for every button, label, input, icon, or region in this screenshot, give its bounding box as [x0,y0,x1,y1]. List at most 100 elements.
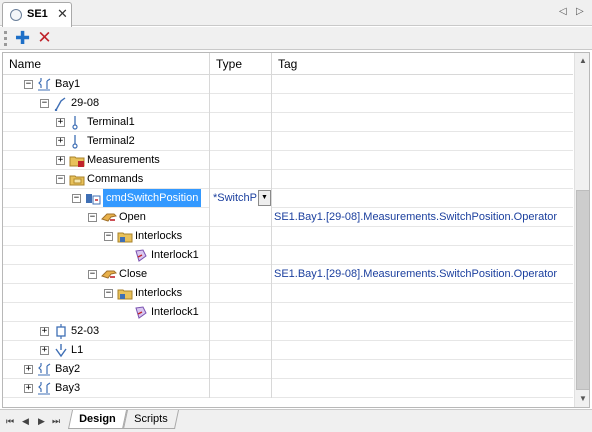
column-header-name[interactable]: Name [3,53,210,75]
name-cell[interactable]: − Bay1 [3,75,210,94]
tree-row[interactable]: + Measurements [3,151,573,170]
collapse-icon[interactable]: − [104,232,113,241]
collapse-icon[interactable]: − [104,289,113,298]
tag-cell[interactable] [272,227,573,246]
name-cell[interactable]: − cmdSwitchPosition [3,189,210,208]
collapse-icon[interactable]: − [40,99,49,108]
tree-row[interactable]: − Open SE1.Bay1.[29-08].Measurements.Switc… [3,208,573,227]
tag-cell[interactable] [272,303,573,322]
column-header-type[interactable]: Type [210,53,272,75]
type-value[interactable]: *SwitchP [213,191,257,206]
type-cell[interactable] [210,246,272,265]
tag-cell[interactable] [272,360,573,379]
tree-row[interactable]: − Bay1 [3,75,573,94]
type-cell[interactable] [210,208,272,227]
name-cell[interactable]: − 29-08 [3,94,210,113]
scroll-up-icon[interactable]: ▲ [575,53,589,69]
type-cell[interactable] [210,341,272,360]
type-cell[interactable] [210,132,272,151]
expand-icon[interactable]: + [24,384,33,393]
next-sheet-icon[interactable]: ▶ [38,414,45,428]
tree-row[interactable]: Interlock1 [3,246,573,265]
close-icon[interactable]: ✕ [57,6,68,22]
document-tab-se1[interactable]: SE1 ✕ [2,2,72,27]
tree-row[interactable]: − Close SE1.Bay1.[29-08].Measurements.Swit… [3,265,573,284]
tag-cell[interactable] [272,170,573,189]
tag-cell[interactable]: SE1.Bay1.[29-08].Measurements.SwitchPosi… [272,208,573,227]
type-cell[interactable] [210,170,272,189]
collapse-icon[interactable]: − [24,80,33,89]
type-cell[interactable]: *SwitchP ▼ [210,189,272,208]
name-cell[interactable]: − Close [3,265,210,284]
tree-row[interactable]: + Bay3 [3,379,573,398]
first-sheet-icon[interactable]: ⏮ [6,414,14,428]
name-cell[interactable]: Interlock1 [3,303,210,322]
name-cell[interactable]: − Open [3,208,210,227]
add-icon[interactable]: ✚ [13,29,32,48]
name-cell[interactable]: + L1 [3,341,210,360]
name-cell[interactable]: + Measurements [3,151,210,170]
tag-cell[interactable]: SE1.Bay1.[29-08].Measurements.SwitchPosi… [272,265,573,284]
expand-icon[interactable]: + [56,156,65,165]
name-cell[interactable]: + Bay2 [3,360,210,379]
name-cell[interactable]: +52-03 [3,322,210,341]
tag-cell[interactable] [272,322,573,341]
tree-row[interactable]: − cmdSwitchPosition *SwitchP ▼ [3,189,573,208]
type-cell[interactable] [210,113,272,132]
expand-icon[interactable]: + [24,365,33,374]
name-cell[interactable]: Interlock1 [3,246,210,265]
expand-icon[interactable]: + [40,346,49,355]
tag-cell[interactable] [272,284,573,303]
type-cell[interactable] [210,360,272,379]
name-cell[interactable]: + Terminal1 [3,113,210,132]
tree-row[interactable]: + L1 [3,341,573,360]
vertical-scrollbar[interactable]: ▲ ▼ [574,53,589,407]
tag-cell[interactable] [272,75,573,94]
tree-row[interactable]: − Interlocks [3,284,573,303]
toolbar-grip[interactable] [4,31,7,46]
tab-scripts[interactable]: Scripts [122,410,179,429]
tag-cell[interactable] [272,94,573,113]
tab-scroll-right-icon[interactable]: ▷ [576,5,584,19]
type-cell[interactable] [210,227,272,246]
type-cell[interactable] [210,303,272,322]
scroll-down-icon[interactable]: ▼ [575,391,589,407]
type-cell[interactable] [210,322,272,341]
tree-row[interactable]: + Bay2 [3,360,573,379]
scrollbar-thumb[interactable] [576,190,589,390]
previous-sheet-icon[interactable]: ◀ [22,414,29,428]
collapse-icon[interactable]: − [88,270,97,279]
last-sheet-icon[interactable]: ⏭ [52,414,60,428]
tag-cell[interactable] [272,189,573,208]
name-cell[interactable]: + Terminal2 [3,132,210,151]
name-cell[interactable]: − Interlocks [3,284,210,303]
collapse-icon[interactable]: − [72,194,81,203]
tree-row[interactable]: Interlock1 [3,303,573,322]
tree-row[interactable]: + Terminal1 [3,113,573,132]
collapse-icon[interactable]: − [56,175,65,184]
expand-icon[interactable]: + [56,137,65,146]
expand-icon[interactable]: + [56,118,65,127]
tag-cell[interactable] [272,113,573,132]
collapse-icon[interactable]: − [88,213,97,222]
tree-row[interactable]: +52-03 [3,322,573,341]
type-cell[interactable] [210,75,272,94]
tree-row[interactable]: − Interlocks [3,227,573,246]
name-cell[interactable]: − Interlocks [3,227,210,246]
tree-row[interactable]: − 29-08 [3,94,573,113]
tree-row[interactable]: − Commands [3,170,573,189]
type-dropdown-icon[interactable]: ▼ [258,190,271,206]
type-cell[interactable] [210,379,272,398]
tag-cell[interactable] [272,151,573,170]
tag-cell[interactable] [272,246,573,265]
tab-scroll-left-icon[interactable]: ◁ [559,5,567,19]
name-cell[interactable]: + Bay3 [3,379,210,398]
tag-cell[interactable] [272,132,573,151]
expand-icon[interactable]: + [40,327,49,336]
column-header-tag[interactable]: Tag [272,53,573,75]
delete-icon[interactable]: ✕ [35,29,54,48]
type-cell[interactable] [210,284,272,303]
name-cell[interactable]: − Commands [3,170,210,189]
tab-design[interactable]: Design [67,410,127,429]
tag-cell[interactable] [272,341,573,360]
